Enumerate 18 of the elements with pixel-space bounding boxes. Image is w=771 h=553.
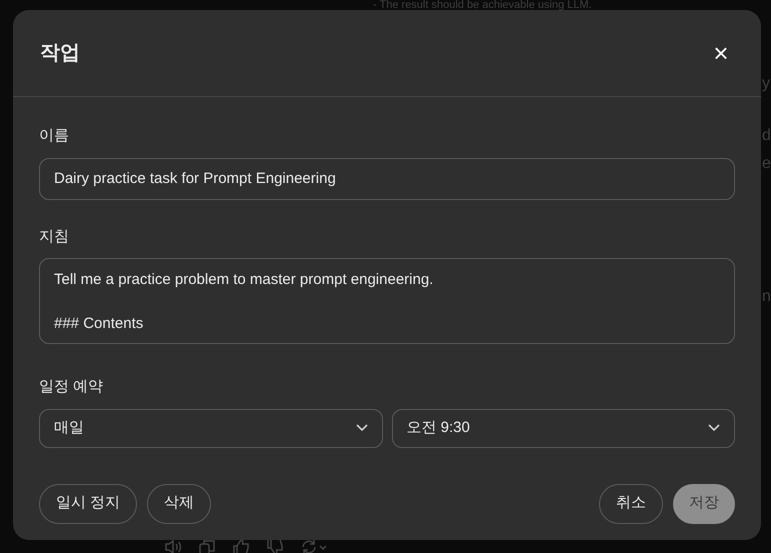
action-button[interactable]: 일시 정지	[39, 484, 138, 524]
field-label: 지침	[39, 226, 69, 246]
field-label: 이름	[39, 126, 69, 146]
copy-icon[interactable]	[198, 538, 216, 553]
chevron-down-icon	[356, 424, 368, 432]
time-dropdown[interactable]: 오전 9:30	[392, 408, 735, 448]
action-button[interactable]: 취소	[599, 484, 663, 524]
instructions-field[interactable]: Tell me a practice problem to master prompt engineering. ### Contents	[39, 258, 735, 344]
thumbs-down-icon[interactable]	[266, 538, 284, 553]
field-label: 일정 예약	[39, 377, 104, 397]
action-button[interactable]: 삭제	[147, 484, 212, 524]
thumbs-up-icon[interactable]	[232, 538, 250, 553]
chevron-down-icon	[708, 424, 720, 432]
frequency-dropdown[interactable]: 매일	[39, 408, 382, 448]
name-field[interactable]: Dairy practice task for Prompt Engineering	[39, 158, 735, 200]
dialog-title: 작업	[40, 41, 80, 66]
speaker-icon[interactable]	[164, 538, 182, 553]
close-button[interactable]: ×	[708, 40, 734, 66]
